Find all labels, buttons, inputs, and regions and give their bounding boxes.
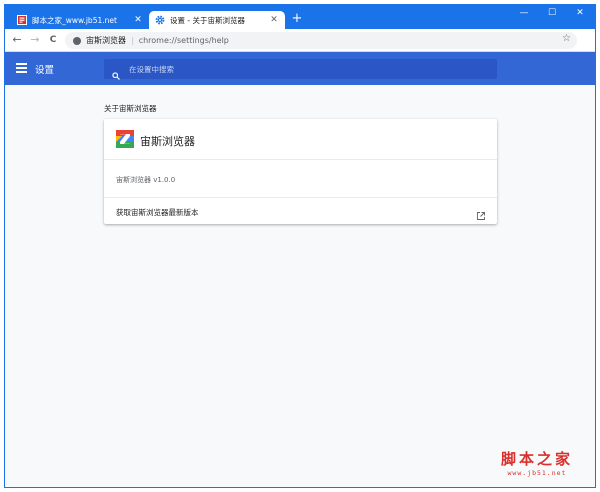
omnibox-site-name: 宙斯浏览器 bbox=[86, 36, 126, 45]
browser-window: 脚本之家_www.jb51.net ✕ 设置 - 关于宙斯浏览器 ✕ + — ☐… bbox=[4, 4, 596, 488]
get-latest-version-link[interactable]: 获取宙斯浏览器最新版本 bbox=[116, 207, 199, 218]
settings-search-input[interactable]: 在设置中搜索 bbox=[104, 59, 497, 80]
zeus-logo-icon bbox=[116, 130, 134, 148]
tab-settings[interactable]: 设置 - 关于宙斯浏览器 ✕ bbox=[149, 11, 285, 29]
menu-icon[interactable] bbox=[16, 63, 27, 73]
reload-button[interactable]: C bbox=[46, 33, 60, 47]
address-bar[interactable]: 宙斯浏览器 | chrome://settings/help ☆ bbox=[65, 32, 577, 49]
tab-title: 脚本之家_www.jb51.net bbox=[32, 15, 117, 25]
settings-title: 设置 bbox=[35, 65, 55, 76]
settings-header: 设置 在设置中搜索 bbox=[5, 52, 595, 85]
maximize-button[interactable]: ☐ bbox=[538, 5, 566, 21]
bookmark-star-icon[interactable]: ☆ bbox=[562, 33, 571, 44]
site-info-icon[interactable] bbox=[73, 36, 81, 45]
search-icon bbox=[112, 65, 120, 80]
section-title: 关于宙斯浏览器 bbox=[104, 104, 157, 113]
tab-jb51[interactable]: 脚本之家_www.jb51.net ✕ bbox=[11, 11, 149, 29]
watermark: 脚本之家 www.jb51.net bbox=[501, 448, 573, 477]
product-row: 宙斯浏览器 bbox=[104, 119, 497, 159]
minimize-button[interactable]: — bbox=[510, 5, 538, 21]
search-placeholder: 在设置中搜索 bbox=[129, 64, 174, 74]
omnibox-separator: | bbox=[131, 36, 134, 45]
tab-strip: 脚本之家_www.jb51.net ✕ 设置 - 关于宙斯浏览器 ✕ + — ☐… bbox=[5, 5, 595, 29]
tab-close-icon[interactable]: ✕ bbox=[133, 15, 143, 25]
get-latest-version-row[interactable]: 获取宙斯浏览器最新版本 bbox=[104, 197, 497, 224]
tab-close-icon[interactable]: ✕ bbox=[269, 15, 279, 25]
version-row: 宙斯浏览器 v1.0.0 bbox=[104, 159, 497, 197]
watermark-sub: www.jb51.net bbox=[507, 469, 567, 477]
forward-button[interactable]: → bbox=[28, 33, 42, 47]
external-link-icon[interactable] bbox=[476, 206, 486, 220]
back-button[interactable]: ← bbox=[10, 33, 24, 47]
gear-icon bbox=[155, 15, 165, 25]
new-tab-button[interactable]: + bbox=[290, 12, 304, 26]
browser-toolbar: ← → C 宙斯浏览器 | chrome://settings/help ☆ bbox=[5, 29, 595, 52]
jb51-favicon-icon bbox=[17, 15, 27, 25]
omnibox-url: chrome://settings/help bbox=[138, 36, 229, 45]
watermark-main: 脚本之家 bbox=[500, 450, 573, 468]
about-card: 宙斯浏览器 宙斯浏览器 v1.0.0 获取宙斯浏览器最新版本 bbox=[104, 119, 497, 224]
product-name: 宙斯浏览器 bbox=[140, 135, 195, 148]
version-text: 宙斯浏览器 v1.0.0 bbox=[116, 176, 176, 184]
tab-title: 设置 - 关于宙斯浏览器 bbox=[170, 15, 245, 25]
close-window-button[interactable]: ✕ bbox=[566, 5, 594, 21]
